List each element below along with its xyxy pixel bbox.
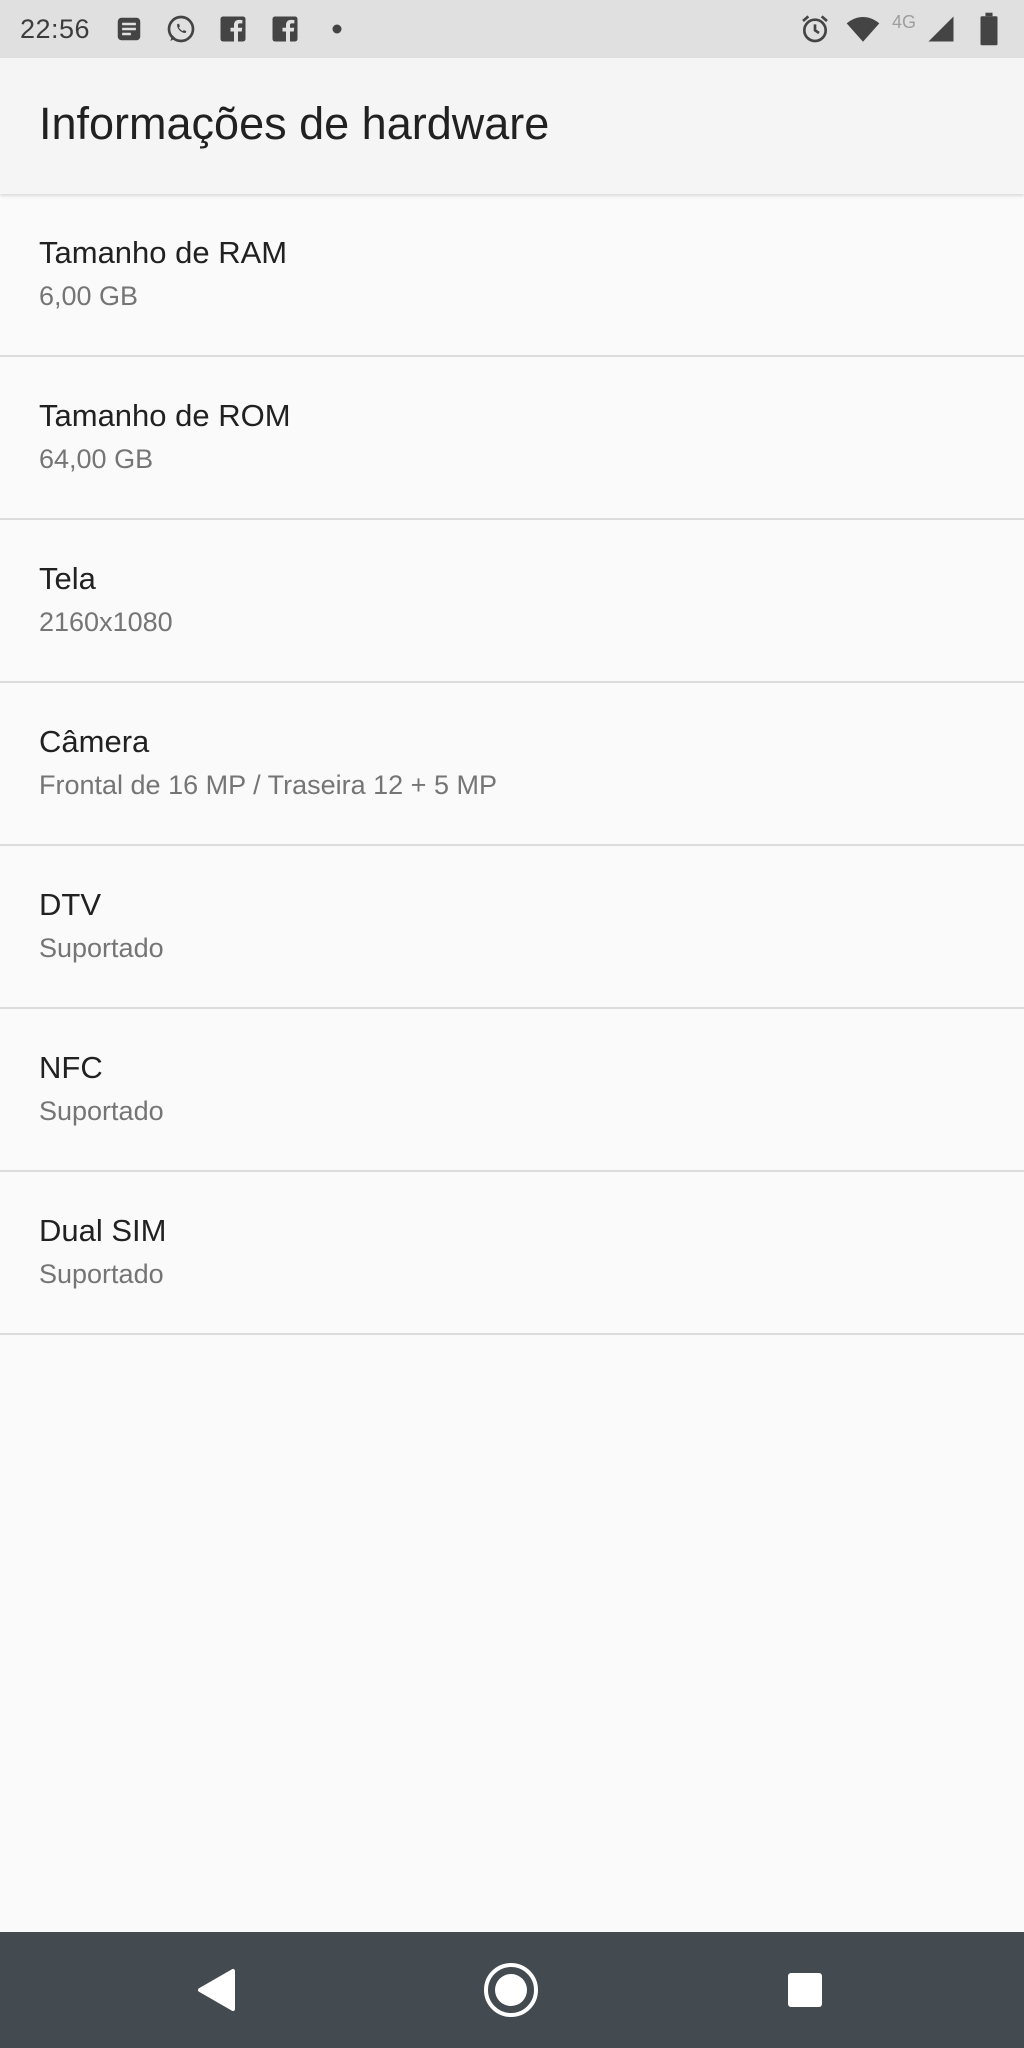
facebook-icon [268, 12, 302, 46]
item-value: 64,00 GB [39, 444, 154, 474]
list-item-rom[interactable]: Tamanho de ROM 64,00 GB [0, 357, 1024, 520]
item-title: Tamanho de RAM [39, 235, 288, 270]
item-value: 2160x1080 [39, 607, 173, 637]
item-value: Frontal de 16 MP / Traseira 12 + 5 MP [39, 770, 497, 800]
list-item-dtv[interactable]: DTV Suportado [0, 846, 1024, 1009]
list-item-dual-sim[interactable]: Dual SIM Suportado [0, 1172, 1024, 1335]
item-title: Tamanho de ROM [39, 398, 291, 433]
network-type-label: 4G [891, 12, 916, 32]
recent-apps-icon[interactable] [777, 1962, 833, 2018]
app-bar: Informações de hardware [0, 58, 1024, 194]
item-title: Câmera [39, 724, 150, 759]
back-icon[interactable] [189, 1962, 245, 2018]
item-value: Suportado [39, 1096, 164, 1126]
item-value: 6,00 GB [39, 281, 139, 311]
facebook-icon [216, 12, 250, 46]
hardware-info-screen: 22:56 4G Informações de hardware Tamanho… [0, 0, 1024, 2048]
more-notifications-dot-icon [320, 12, 354, 46]
list-item-screen[interactable]: Tela 2160x1080 [0, 520, 1024, 683]
item-value: Suportado [39, 1259, 164, 1289]
alarm-icon [798, 12, 832, 46]
list-item-nfc[interactable]: NFC Suportado [0, 1009, 1024, 1172]
item-title: Dual SIM [39, 1213, 167, 1248]
navigation-bar [0, 1932, 1024, 2048]
list-item-ram[interactable]: Tamanho de RAM 6,00 GB [0, 194, 1024, 357]
list-item-camera[interactable]: Câmera Frontal de 16 MP / Traseira 12 + … [0, 683, 1024, 846]
battery-icon [972, 12, 1006, 46]
notification-icons [112, 12, 372, 46]
hardware-info-list: Tamanho de RAM 6,00 GB Tamanho de ROM 64… [0, 194, 1024, 1335]
item-value: Suportado [39, 933, 164, 963]
whatsapp-icon [164, 12, 198, 46]
home-icon[interactable] [483, 1962, 539, 2018]
notes-icon [112, 12, 146, 46]
page-title: Informações de hardware [39, 98, 550, 149]
status-time: 22:56 [20, 13, 91, 44]
item-title: Tela [39, 561, 96, 596]
cellular-signal-icon [924, 12, 958, 46]
item-title: NFC [39, 1050, 103, 1085]
wifi-icon [846, 12, 880, 46]
status-bar: 22:56 4G [0, 0, 1024, 58]
item-title: DTV [39, 887, 101, 922]
system-status-icons: 4G [784, 0, 1006, 58]
